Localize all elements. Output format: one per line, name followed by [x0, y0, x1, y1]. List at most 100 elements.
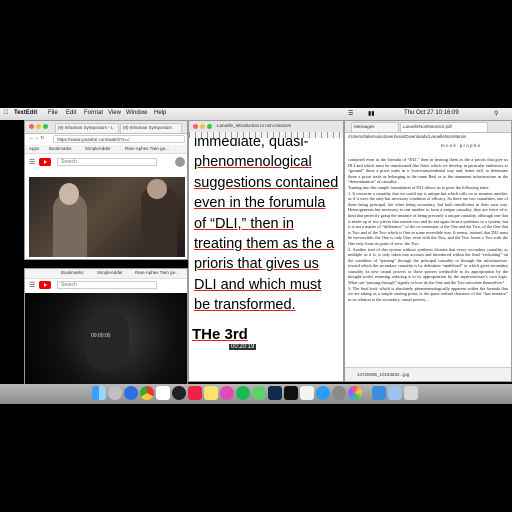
menu-edit[interactable]: Edit	[66, 110, 76, 116]
wifi-icon[interactable]: ☰	[348, 110, 353, 117]
calendar-icon[interactable]	[156, 386, 170, 400]
nav-back-icon[interactable]: ← → ↻	[29, 135, 44, 141]
performer-silhouette	[85, 311, 129, 371]
bookmarks-bar-bottom: Bookmarks SimpleAdder Rare Aphex Twin ge…	[25, 269, 187, 279]
zoom-button[interactable]	[43, 124, 48, 129]
heading-3rd[interactable]: THe 3rd	[192, 326, 248, 343]
editor-text[interactable]: immediate, quasi-phenomenological suggest…	[194, 138, 343, 316]
video-player[interactable]	[29, 177, 185, 257]
youtube-header-bottom: ☰ Search	[25, 279, 187, 291]
downloads-icon[interactable]	[372, 386, 386, 400]
pdf-paragraph: contained even in the formula of “DLI,” …	[348, 157, 508, 185]
tab-symposium-1[interactable]: (9) Inhuman Symposium - L	[55, 123, 119, 133]
pdf-bookmark[interactable]: m o n k - p r o p h e	[441, 143, 480, 148]
pdf-paragraph: 2. Another trait of this system without …	[348, 246, 508, 286]
bookmark-apps[interactable]: Apps	[29, 146, 39, 151]
timestamp-label: 00:20:19	[229, 344, 257, 350]
dock	[0, 384, 512, 404]
bookmark-aphex-2[interactable]: Rare Aphex Twin ge...	[135, 270, 179, 275]
itunes-icon[interactable]	[220, 386, 234, 400]
pdf-window: Messages LaruelleNonMarxism.pdf //Users/…	[344, 120, 512, 382]
audience-head	[147, 179, 167, 199]
youtube-logo-icon[interactable]	[39, 158, 51, 166]
bookmark-bookmarks-2[interactable]: Bookmarks	[61, 270, 84, 275]
photos-icon[interactable]	[348, 386, 362, 400]
bookmarks-bar: Apps Bookmarks SimpleAdder Rare Aphex Tw…	[25, 145, 187, 154]
pdf-address-bar[interactable]: //Users/itakenusiotoseri/usis/Downloads/…	[345, 133, 511, 141]
tab-symposium-2[interactable]: (9) Inhuman Symposium	[120, 123, 182, 133]
spotify-icon[interactable]	[236, 386, 250, 400]
close-button-textedit[interactable]	[193, 124, 198, 129]
menu-app-name[interactable]: TextEdit	[14, 110, 37, 116]
youtube-logo-icon-2[interactable]	[39, 281, 51, 289]
launchpad-icon[interactable]	[108, 386, 122, 400]
menu-help[interactable]: Help	[154, 110, 166, 116]
speaker-head	[59, 183, 79, 205]
finder-icon[interactable]	[92, 386, 106, 400]
minimize-button[interactable]	[36, 124, 41, 129]
clock[interactable]: Thu Oct 27 10:16:09	[404, 110, 459, 116]
settings-icon[interactable]	[332, 386, 346, 400]
menu-view[interactable]: View	[108, 110, 121, 116]
hamburger-menu-icon[interactable]: ☰	[29, 158, 35, 166]
notes-icon[interactable]	[204, 386, 218, 400]
textedit-icon[interactable]	[300, 386, 314, 400]
menu-format[interactable]: Format	[84, 110, 103, 116]
editor-line[interactable]: suggestions contained	[194, 173, 343, 193]
hamburger-menu-icon-2[interactable]: ☰	[29, 281, 35, 289]
tab-messages[interactable]: Messages	[351, 122, 399, 132]
textedit-window: Laruelle_Introduction to non-marxism imm…	[188, 120, 344, 382]
editor-line[interactable]: of “DLI,” then in	[194, 214, 343, 234]
preview-icon[interactable]	[188, 386, 202, 400]
thumbnail-1[interactable]	[175, 157, 185, 167]
spotlight-icon[interactable]: ⚲	[494, 110, 498, 117]
editor-line[interactable]: DLI and which must	[194, 275, 343, 295]
zoom-button-textedit[interactable]	[207, 124, 212, 129]
pdf-paragraph: Turning into this simple formulation of …	[348, 184, 490, 190]
pdf-paragraph: 1. It concerns a causality that we could…	[348, 190, 508, 246]
address-bar[interactable]: https://www.youtube.com/watch?v=c	[53, 135, 185, 143]
bookmark-simpleadder[interactable]: SimpleAdder	[85, 146, 111, 151]
chrome-icon[interactable]	[140, 386, 154, 400]
youtube-header: ☰ Search	[25, 155, 187, 169]
editor-line[interactable]: prioris that gives us	[194, 254, 343, 274]
download-filename[interactable]: 14720095_10153834...jpg	[357, 372, 409, 377]
minimize-button-textedit[interactable]	[200, 124, 205, 129]
menu-file[interactable]: File	[48, 110, 58, 116]
photoshop-icon[interactable]	[268, 386, 282, 400]
menubar:  TextEdit File Edit Format View Window …	[0, 108, 512, 120]
bookmark-simpleadder-2[interactable]: SimpleAdder	[97, 270, 123, 275]
video-caption-label: 00:00:00	[91, 333, 111, 339]
browser-window-bottom: Bookmarks SimpleAdder Rare Aphex Twin ge…	[24, 268, 188, 388]
apple-icon[interactable]: 	[4, 110, 9, 116]
menu-window[interactable]: Window	[126, 110, 147, 116]
pdf-titlebar: Messages LaruelleNonMarxism.pdf	[345, 121, 511, 133]
youtube-search-input[interactable]: Search	[57, 158, 157, 166]
pdf-content[interactable]: contained even in the formula of “DLI,” …	[348, 157, 508, 363]
pdf-paragraph: 3. The final trait, which is absolutely …	[348, 285, 508, 302]
safari-icon[interactable]	[124, 386, 138, 400]
editor-line[interactable]: treating them as the a	[194, 234, 343, 254]
tab-pdf[interactable]: LaruelleNonMarxism.pdf	[400, 122, 488, 132]
trash-icon[interactable]	[404, 386, 418, 400]
editor-line[interactable]: immediate, quasi-	[194, 138, 343, 152]
browser-top-titlebar: (9) Inhuman Symposium - L (9) Inhuman Sy…	[25, 121, 187, 134]
youtube-search-input-2[interactable]: Search	[57, 281, 157, 289]
bookmark-aphex[interactable]: Rare Aphex Twin ge...	[125, 146, 169, 151]
browser-window-top: (9) Inhuman Symposium - L (9) Inhuman Sy…	[24, 120, 188, 260]
battery-icon[interactable]: ▮▮	[368, 110, 375, 117]
terminal-icon[interactable]	[284, 386, 298, 400]
clock-icon[interactable]	[172, 386, 186, 400]
editor-line[interactable]: even in the forumula	[194, 193, 343, 213]
editor-line[interactable]: phenomenological	[194, 152, 343, 172]
editor-line[interactable]: be transformed.	[194, 295, 343, 315]
bookmark-bookmarks[interactable]: Bookmarks	[49, 146, 72, 151]
messages-icon[interactable]	[252, 386, 266, 400]
video-player-bottom[interactable]: 00:00:00	[25, 293, 187, 387]
download-status[interactable]: 14720095_10153834...jpg	[345, 367, 511, 381]
app-store-icon[interactable]	[316, 386, 330, 400]
close-button[interactable]	[29, 124, 34, 129]
documents-icon[interactable]	[388, 386, 402, 400]
editor-body[interactable]: immediate, quasi-phenomenological suggest…	[189, 138, 343, 381]
document-title: Laruelle_Introduction to non-marxism	[217, 123, 292, 128]
